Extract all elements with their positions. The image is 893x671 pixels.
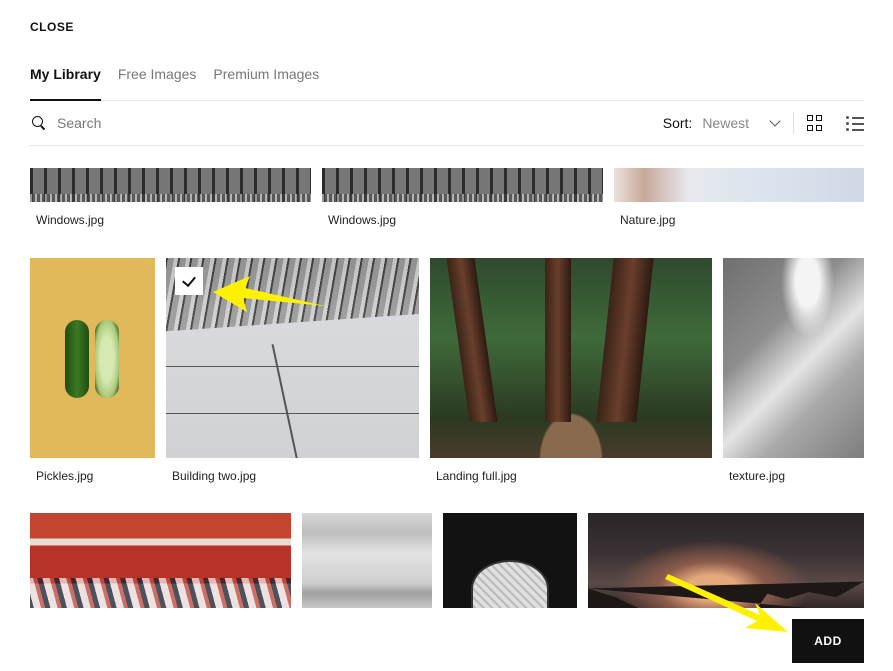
library-tabs: My Library Free Images Premium Images (30, 64, 864, 101)
search-icon (32, 116, 46, 131)
chevron-down-icon (769, 115, 781, 127)
tab-premium-images[interactable]: Premium Images (213, 64, 319, 101)
image-thumbnail (588, 513, 864, 608)
image-caption: texture.jpg (729, 469, 786, 483)
image-card[interactable]: Nature.jpg (614, 168, 864, 238)
sort-label: Sort: (662, 115, 693, 131)
selected-checkbox[interactable] (175, 267, 203, 295)
image-card[interactable]: Landing full.jpg (430, 258, 712, 488)
image-caption: Windows.jpg (328, 213, 397, 227)
image-thumbnail (30, 168, 311, 202)
image-thumbnail (614, 168, 864, 202)
search-input[interactable] (57, 115, 357, 131)
image-thumbnail (166, 258, 419, 458)
image-card[interactable] (302, 513, 432, 608)
image-card[interactable]: Pickles.jpg (30, 258, 155, 488)
sort-value: Newest (702, 115, 749, 131)
image-thumbnail (30, 258, 155, 458)
toolbar: Sort: Newest (30, 101, 864, 146)
image-thumbnail (443, 513, 577, 608)
image-caption: Building two.jpg (172, 469, 257, 483)
image-gallery: Windows.jpg Windows.jpg Nature.jpg Pickl… (0, 146, 893, 608)
list-view-icon[interactable] (846, 115, 864, 131)
image-card[interactable]: texture.jpg (723, 258, 864, 488)
image-caption: Nature.jpg (620, 213, 676, 227)
tab-my-library[interactable]: My Library (30, 64, 101, 101)
image-card[interactable]: Windows.jpg (30, 168, 311, 238)
image-caption: Pickles.jpg (36, 469, 94, 483)
image-caption: Landing full.jpg (436, 469, 517, 483)
image-thumbnail (723, 258, 864, 458)
image-thumbnail (430, 258, 712, 458)
grid-view-icon[interactable] (807, 115, 823, 131)
image-card[interactable] (443, 513, 577, 608)
image-caption: Windows.jpg (36, 213, 105, 227)
image-card[interactable]: Building two.jpg (166, 258, 419, 488)
image-thumbnail (322, 168, 603, 202)
image-card[interactable]: Windows.jpg (322, 168, 603, 238)
add-button[interactable]: ADD (792, 619, 864, 663)
image-card[interactable] (588, 513, 864, 608)
toolbar-divider (793, 112, 794, 134)
image-thumbnail (302, 513, 432, 608)
sort-dropdown[interactable]: Newest (702, 115, 781, 131)
close-button[interactable]: CLOSE (30, 20, 74, 34)
image-card[interactable] (30, 513, 291, 608)
image-thumbnail (30, 513, 291, 608)
tab-free-images[interactable]: Free Images (118, 64, 197, 101)
